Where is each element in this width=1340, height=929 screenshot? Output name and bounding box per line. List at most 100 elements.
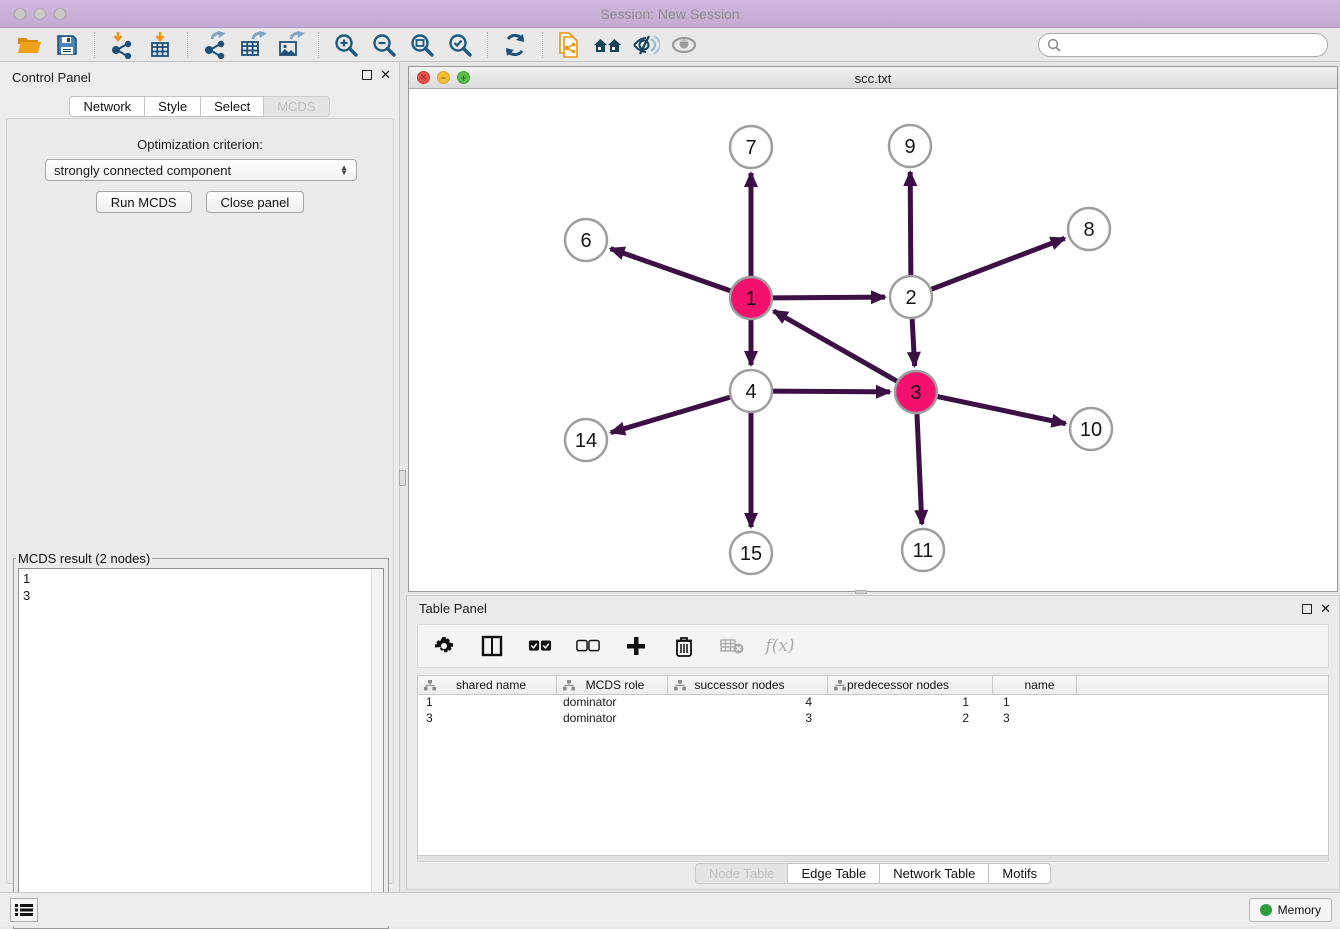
column-header-predecessor-nodes[interactable]: predecessor nodes: [828, 676, 993, 694]
graph-node-15[interactable]: 15: [730, 532, 772, 574]
network-graph[interactable]: 7 9 6 8 1 2 4 3 14 10 15 11: [409, 89, 1337, 591]
graph-node-7[interactable]: 7: [730, 126, 772, 168]
save-session-icon[interactable]: [52, 31, 82, 59]
graph-node-14[interactable]: 14: [565, 419, 607, 461]
export-network-icon[interactable]: [200, 31, 230, 59]
mcds-result-box: MCDS result (2 nodes) 1 3: [13, 551, 389, 929]
export-table-icon[interactable]: [238, 31, 268, 59]
svg-text:15: 15: [740, 543, 762, 565]
network-window-titlebar[interactable]: ✕ − + scc.txt: [409, 67, 1337, 89]
close-panel-button[interactable]: Close panel: [206, 191, 305, 213]
graph-node-9[interactable]: 9: [889, 125, 931, 167]
table-settings-gear-icon[interactable]: [432, 634, 456, 658]
search-box[interactable]: [1038, 33, 1328, 57]
result-line: 3: [23, 587, 379, 604]
toolbar-separator: [94, 32, 95, 58]
add-column-icon[interactable]: [624, 634, 648, 658]
graph-edge-4-3[interactable]: [773, 391, 890, 392]
result-scrollbar[interactable]: [371, 569, 383, 921]
optimization-criterion-label: Optimization criterion:: [7, 137, 393, 152]
svg-text:10: 10: [1080, 419, 1102, 441]
tab-motifs[interactable]: Motifs: [989, 863, 1051, 884]
control-panel: Control Panel ✕ Network Style Select MCD…: [0, 62, 400, 892]
tab-select[interactable]: Select: [201, 96, 264, 117]
memory-button[interactable]: Memory: [1249, 898, 1332, 922]
toolbar-separator: [487, 32, 488, 58]
network-canvas[interactable]: 7 9 6 8 1 2 4 3 14 10 15 11: [409, 89, 1337, 591]
graph-edge-3-10[interactable]: [938, 397, 1066, 424]
svg-text:1: 1: [745, 288, 756, 310]
table-row[interactable]: 1 dominator 4 1 1: [418, 695, 1328, 711]
graph-node-8[interactable]: 8: [1068, 208, 1110, 250]
tab-mcds[interactable]: MCDS: [264, 96, 329, 117]
select-all-rows-icon[interactable]: [528, 634, 552, 658]
control-panel-close-icon[interactable]: ✕: [380, 69, 391, 81]
column-header-successor-nodes[interactable]: successor nodes: [668, 676, 828, 694]
apply-layout-icon[interactable]: [500, 31, 530, 59]
tab-node-table[interactable]: Node Table: [695, 863, 789, 884]
criterion-select[interactable]: strongly connected component ▲▼: [45, 159, 357, 181]
graph-node-1[interactable]: 1: [730, 277, 772, 319]
tab-network[interactable]: Network: [69, 96, 145, 117]
graph-node-3[interactable]: 3: [895, 371, 937, 413]
svg-text:2: 2: [905, 287, 916, 309]
table-scrollbar-strip[interactable]: [417, 856, 1329, 862]
network-document-icon[interactable]: [555, 31, 585, 59]
mcds-result-text[interactable]: 1 3: [18, 568, 384, 922]
show-log-list-icon[interactable]: [10, 898, 38, 922]
deselect-all-rows-icon[interactable]: [576, 634, 600, 658]
horizontal-splitter-handle[interactable]: [855, 590, 867, 594]
graph-node-2[interactable]: 2: [890, 276, 932, 318]
graph-edge-4-14[interactable]: [611, 397, 730, 432]
run-mcds-button[interactable]: Run MCDS: [96, 191, 192, 213]
table-toolbar: f(x): [417, 624, 1329, 668]
svg-text:7: 7: [745, 137, 756, 159]
cell-name: 3: [993, 711, 1077, 727]
table-panel-close-icon[interactable]: ✕: [1320, 603, 1331, 615]
import-table-icon[interactable]: [145, 31, 175, 59]
graph-edge-3-1[interactable]: [774, 311, 897, 381]
graph-edge-1-2[interactable]: [773, 297, 885, 298]
tree-icon: [674, 680, 686, 691]
delete-table-icon: [720, 634, 744, 658]
hide-annotations-eye-icon[interactable]: [631, 31, 661, 59]
zoom-fit-icon[interactable]: [407, 31, 437, 59]
delete-column-trash-icon[interactable]: [672, 634, 696, 658]
tab-style[interactable]: Style: [145, 96, 201, 117]
eye-icon: [669, 31, 699, 59]
column-header-name[interactable]: name: [993, 676, 1077, 694]
export-image-icon[interactable]: [276, 31, 306, 59]
svg-text:8: 8: [1083, 219, 1094, 241]
show-columns-icon[interactable]: [480, 634, 504, 658]
open-session-icon[interactable]: [14, 31, 44, 59]
graph-node-10[interactable]: 10: [1070, 408, 1112, 450]
column-header-mcds-role[interactable]: MCDS role: [557, 676, 668, 694]
graph-node-4[interactable]: 4: [730, 370, 772, 412]
table-row[interactable]: 3 dominator 3 2 3: [418, 711, 1328, 727]
svg-text:4: 4: [745, 381, 756, 403]
tab-edge-table[interactable]: Edge Table: [788, 863, 880, 884]
search-input[interactable]: [1066, 38, 1319, 52]
memory-label: Memory: [1278, 903, 1321, 917]
import-network-icon[interactable]: [107, 31, 137, 59]
graph-edge-3-11[interactable]: [917, 414, 922, 524]
vertical-splitter-handle[interactable]: [399, 470, 406, 486]
control-panel-float-icon[interactable]: [362, 70, 372, 80]
graph-node-6[interactable]: 6: [565, 219, 607, 261]
cell-predecessor-nodes: 2: [828, 711, 993, 727]
cell-predecessor-nodes: 1: [828, 695, 993, 711]
zoom-in-icon[interactable]: [331, 31, 361, 59]
houses-icon[interactable]: [593, 31, 623, 59]
graph-node-11[interactable]: 11: [902, 529, 944, 571]
table-panel-float-icon[interactable]: [1302, 604, 1312, 614]
zoom-selected-icon[interactable]: [445, 31, 475, 59]
graph-edge-2-9[interactable]: [910, 172, 911, 275]
graph-edge-1-6[interactable]: [611, 249, 731, 291]
zoom-out-icon[interactable]: [369, 31, 399, 59]
network-window[interactable]: ✕ − + scc.txt 7 9 6 8 1 2 4 3 14 10 15 11: [408, 66, 1338, 592]
column-header-shared-name[interactable]: shared name: [418, 676, 557, 694]
graph-edge-2-3[interactable]: [912, 319, 914, 366]
graph-edge-2-8[interactable]: [932, 238, 1065, 289]
memory-status-dot: [1260, 904, 1272, 916]
tab-network-table[interactable]: Network Table: [880, 863, 989, 884]
